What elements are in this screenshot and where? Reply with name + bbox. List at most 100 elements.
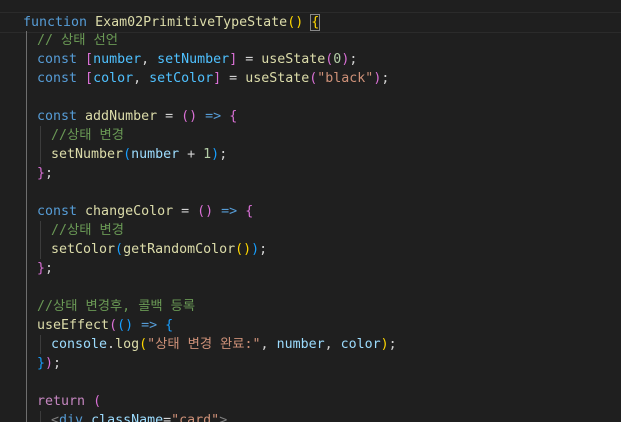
code-token: =>: [221, 204, 238, 219]
indent-guide: [26, 145, 27, 164]
indent-guide: [40, 126, 41, 145]
indent-guide: [26, 392, 27, 411]
indent-guide: [26, 259, 27, 278]
code-token: ]: [213, 71, 222, 86]
indent-guide: [40, 221, 41, 240]
code-token: //상태 변경후, 콜백 등록: [37, 299, 196, 314]
indent-guide: [26, 278, 27, 297]
code-token: ;: [349, 52, 358, 67]
code-text: <div className="card">: [51, 411, 227, 422]
code-token: ,: [260, 337, 277, 352]
code-token: console: [51, 337, 108, 352]
indent-guide: [40, 145, 41, 164]
indent-guide: [26, 31, 27, 50]
code-text: setColor(getRandomColor());: [51, 240, 267, 259]
code-token: div: [59, 413, 84, 422]
indent-guide: [26, 297, 27, 316]
code-token: ;: [219, 147, 228, 162]
indent-guide: [26, 316, 27, 335]
code-token: >: [219, 413, 228, 422]
code-token: ,: [141, 52, 158, 67]
code-token: [: [85, 71, 94, 86]
code-token: //상태 변경: [51, 128, 124, 143]
code-token: (): [235, 242, 252, 257]
code-token: (): [197, 204, 214, 219]
indent-guide: [26, 373, 27, 392]
code-text: return (: [37, 392, 101, 411]
code-token: ;: [259, 242, 268, 257]
code-editor[interactable]: function Exam02PrimitiveTypeState() {// …: [0, 0, 621, 422]
code-token: {: [310, 14, 321, 31]
code-token: =: [173, 204, 198, 219]
indent-guide: [26, 69, 27, 88]
code-text: // 상태 선언: [37, 31, 118, 50]
code-token: ;: [45, 166, 54, 181]
indent-guide: [26, 50, 27, 69]
code-text: //상태 변경: [51, 221, 124, 240]
code-token: number: [131, 147, 180, 162]
code-text: useEffect(() => {: [37, 316, 173, 335]
indent-guide: [26, 126, 27, 145]
code-text: //상태 변경: [51, 126, 124, 145]
code-token: useState: [261, 52, 326, 67]
code-token: Exam02PrimitiveTypeState: [95, 15, 288, 30]
code-token: .: [107, 337, 116, 352]
code-text: };: [37, 259, 53, 278]
code-token: {: [229, 109, 238, 124]
code-token: +: [179, 147, 204, 162]
code-text: console.log("상태 변경 완료:", number, color);: [51, 335, 397, 354]
code-token: const: [37, 109, 78, 124]
code-token: color: [93, 71, 134, 86]
code-token: setColor: [149, 71, 214, 86]
code-token: log: [115, 337, 140, 352]
indent-guide: [26, 183, 27, 202]
code-token: ): [380, 337, 389, 352]
code-token: (: [123, 147, 132, 162]
code-text: const addNumber = () => {: [37, 107, 237, 126]
indent-guide: [26, 88, 27, 107]
code-token: color: [340, 337, 381, 352]
code-token: setColor: [51, 242, 116, 257]
code-text: const [color, setColor] = useState("blac…: [37, 69, 389, 88]
code-token: "card": [171, 413, 220, 422]
code-token: useState: [245, 71, 310, 86]
code-token: changeColor: [85, 204, 174, 219]
code-token: "black": [317, 71, 374, 86]
code-token: //상태 변경: [51, 223, 124, 238]
indent-guide: [26, 221, 27, 240]
code-token: {: [245, 204, 254, 219]
code-text: });: [37, 354, 61, 373]
indent-guide: [26, 354, 27, 373]
indent-guide: [26, 107, 27, 126]
code-token: [: [85, 52, 94, 67]
code-token: <: [51, 413, 60, 422]
indent-guide: [26, 411, 27, 422]
code-token: ): [45, 356, 54, 371]
code-token: (): [117, 318, 134, 333]
code-token: }: [37, 261, 46, 276]
code-line[interactable]: function Exam02PrimitiveTypeState() {: [0, 12, 621, 33]
code-token: function: [23, 15, 88, 30]
code-token: ;: [45, 261, 54, 276]
code-token: setNumber: [157, 52, 230, 67]
code-token: ]: [229, 52, 238, 67]
code-token: const: [37, 204, 78, 219]
code-token: ,: [133, 71, 150, 86]
code-text: const [number, setNumber] = useState(0);: [37, 50, 357, 69]
indent-guide: [40, 335, 41, 354]
indent-guide: [26, 202, 27, 221]
code-token: const: [37, 71, 78, 86]
indent-guide: [26, 164, 27, 183]
code-token: getRandomColor: [123, 242, 236, 257]
code-token: (: [139, 337, 148, 352]
